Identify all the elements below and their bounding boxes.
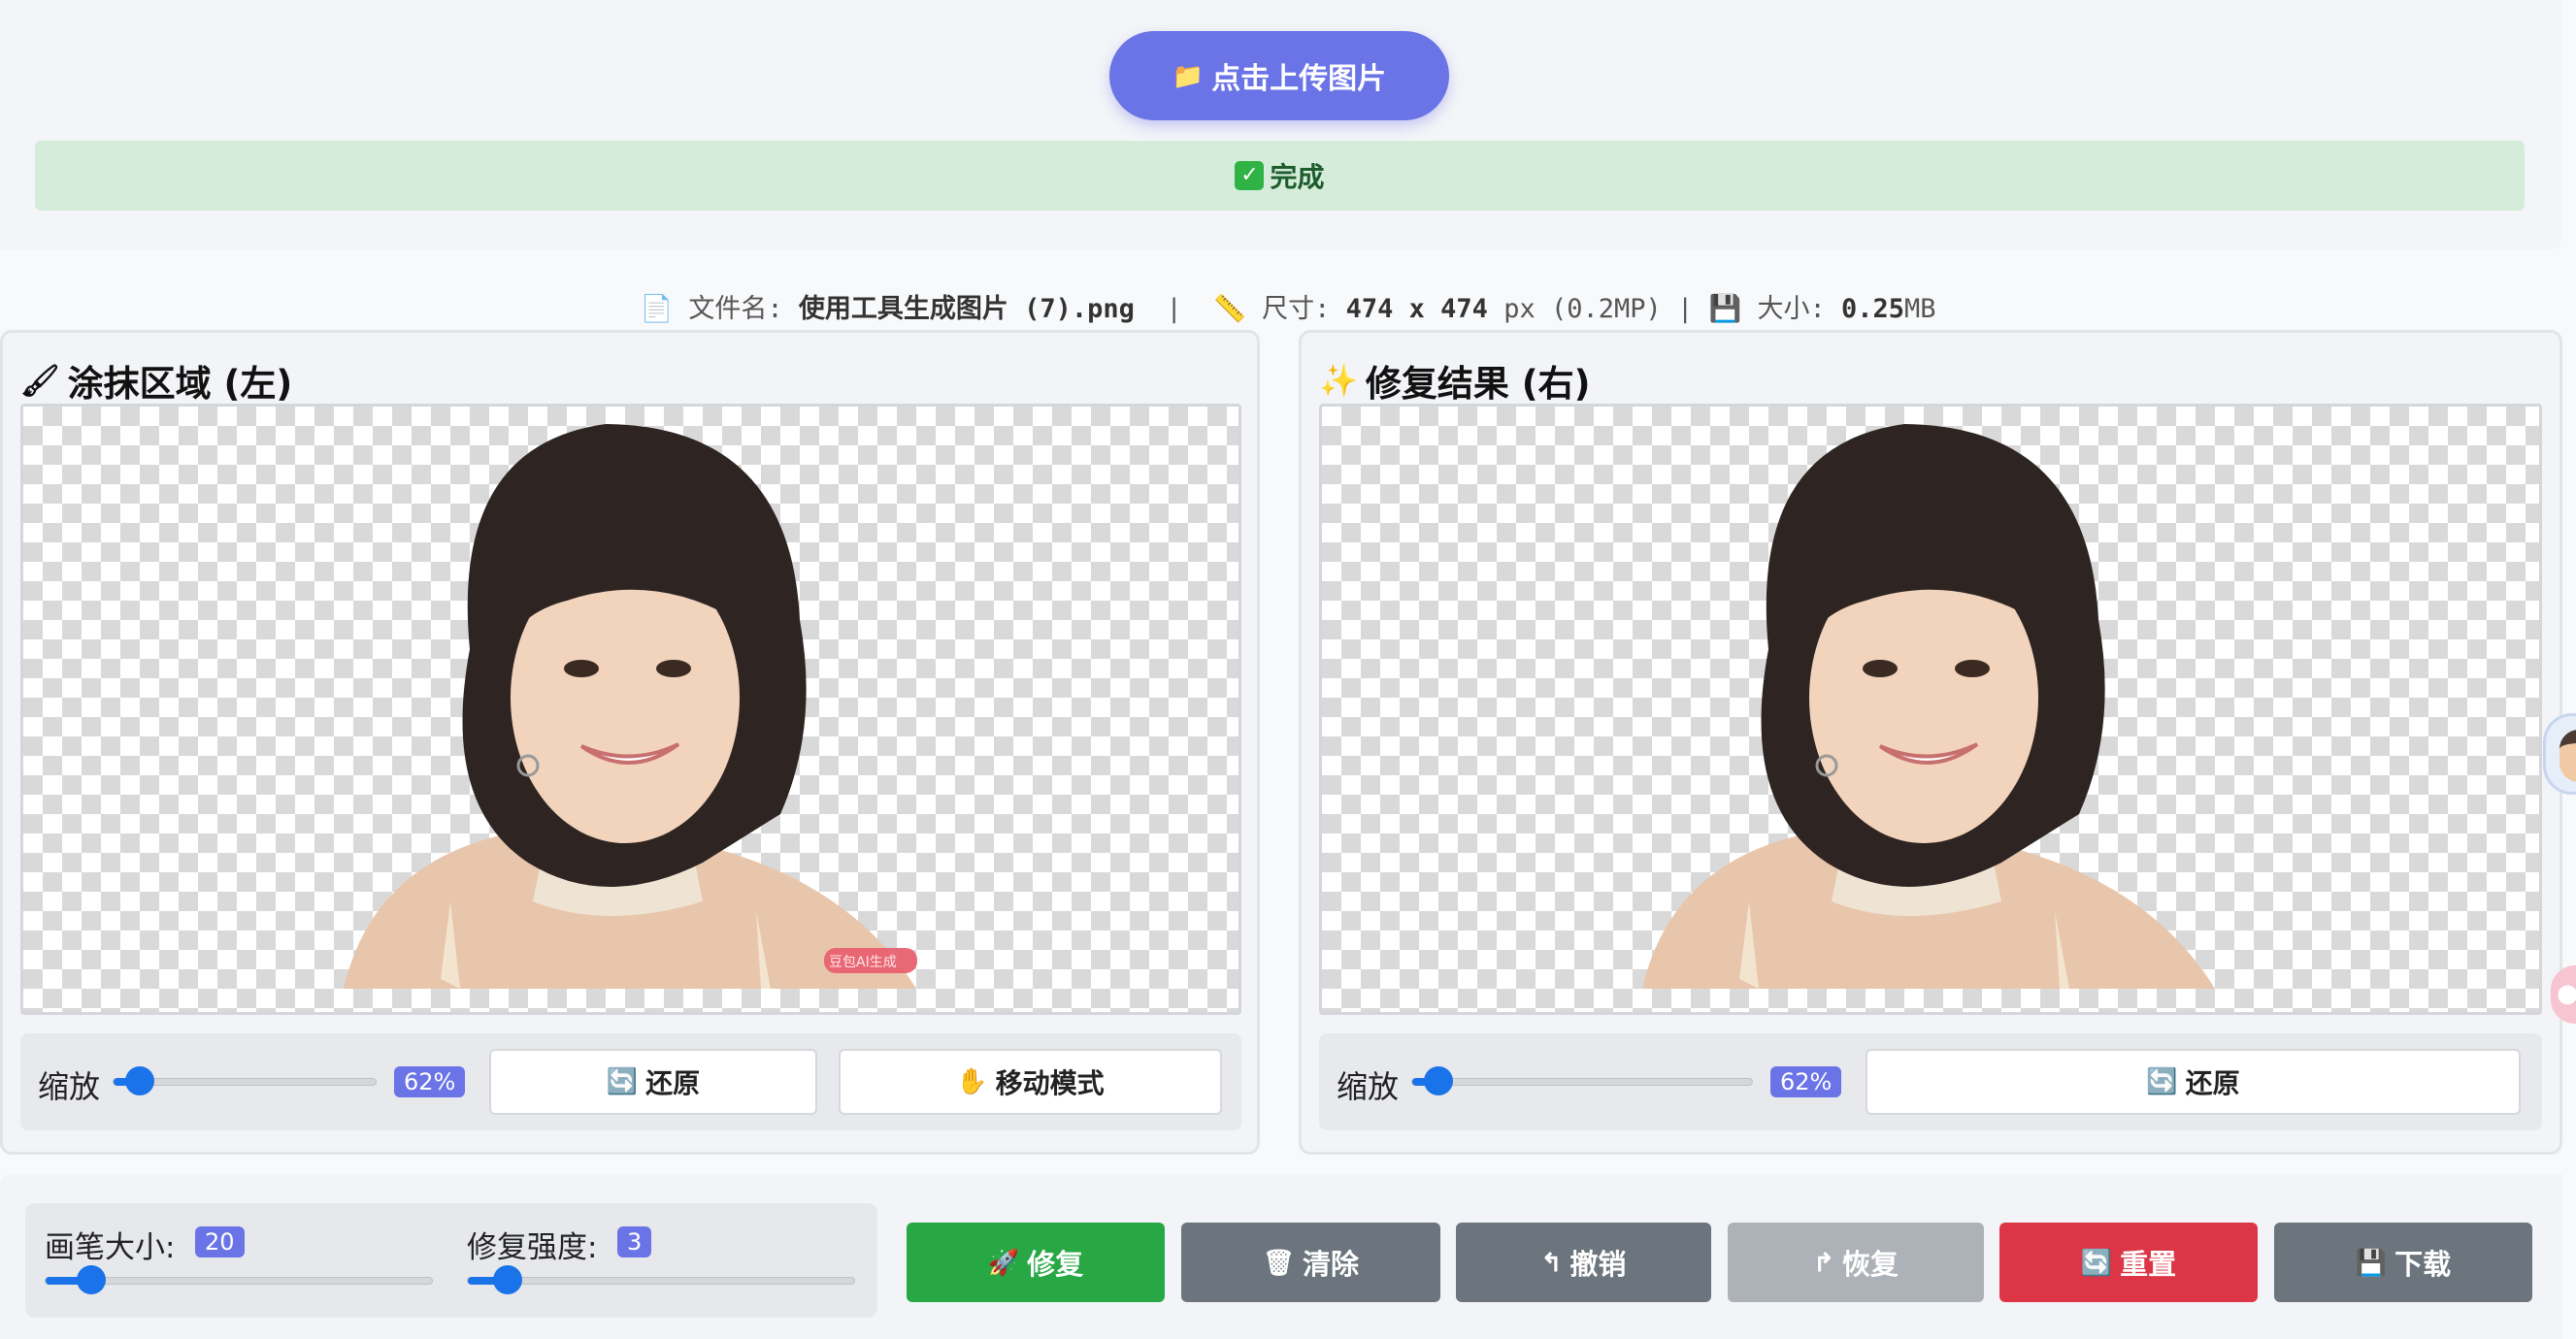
reset-button[interactable]: 🔄 重置 — [1999, 1223, 2258, 1302]
zoom-label: 缩放 — [1337, 1068, 1400, 1105]
pink-widget-icon: ● — [2557, 979, 2576, 1008]
repair-label: 修复 — [1027, 1250, 1084, 1281]
reset-zoom-button[interactable]: 🔄 还原 — [1866, 1049, 2521, 1115]
dimension-label: 尺寸: — [1262, 294, 1331, 324]
hand-icon: ✋ — [956, 1067, 988, 1096]
mask-zoom-slider[interactable] — [113, 1066, 377, 1095]
floppy-icon: 💾 — [1708, 294, 1742, 324]
status-text: 完成 — [1270, 161, 1325, 193]
assistant-avatar-widget[interactable] — [2543, 713, 2576, 795]
paintbrush-icon: 🖌 — [20, 362, 60, 399]
redo-icon: ↱ — [1813, 1247, 1834, 1277]
bottom-toolbar: 画笔大小: 20 修复强度: 3 🚀 修复 🗑 清除 ↰ 撤销 ↱ 恢复 🔄 重… — [0, 1174, 2562, 1339]
portrait-image: 豆包AI生成 — [344, 424, 917, 989]
zoom-value-badge: 62% — [394, 1066, 466, 1097]
mask-canvas[interactable]: 豆包AI生成 — [20, 404, 1241, 1015]
strength-slider[interactable] — [467, 1265, 855, 1294]
reset-label: 重置 — [2120, 1250, 2177, 1281]
avatar-face-icon — [2559, 730, 2576, 782]
result-zoom-slider[interactable] — [1411, 1066, 1753, 1095]
result-panel-title-text: 修复结果 (右) — [1365, 363, 1591, 405]
undo-label: 撤销 — [1569, 1250, 1627, 1281]
download-button[interactable]: 💾 下载 — [2274, 1223, 2532, 1302]
repair-button[interactable]: 🚀 修复 — [907, 1223, 1165, 1302]
refresh-icon: 🔄 — [606, 1067, 639, 1096]
app-page: 📁 点击上传图片 ✓ 完成 📄 文件名: 使用工具生成图片 (7).png | … — [0, 0, 2576, 1339]
clear-button[interactable]: 🗑 清除 — [1181, 1223, 1440, 1302]
slider-knob[interactable] — [1424, 1066, 1453, 1095]
brush-size-label: 画笔大小: — [45, 1230, 176, 1265]
mask-panel: 🖌 涂抹区域 (左) 豆包AI生成 缩放 62% 🔄 还原 ✋ 移动模式 — [0, 330, 1260, 1155]
undo-icon: ↰ — [1540, 1247, 1563, 1277]
zoom-label: 缩放 — [38, 1068, 101, 1105]
file-name-label: 文件名: — [688, 294, 783, 324]
reset-label: 还原 — [645, 1067, 701, 1099]
upload-button[interactable]: 📁 点击上传图片 — [1109, 31, 1449, 120]
result-portrait-image — [1642, 424, 2215, 989]
floppy-disk-icon: 💾 — [2355, 1247, 2388, 1277]
file-icon: 📄 — [640, 294, 674, 324]
rocket-icon: 🚀 — [987, 1247, 1020, 1277]
upload-label: 点击上传图片 — [1211, 63, 1387, 95]
check-icon: ✓ — [1235, 161, 1265, 190]
result-panel-title: ✨ 修复结果 (右) — [1319, 354, 1591, 407]
reset-zoom-button[interactable]: 🔄 还原 — [489, 1049, 817, 1115]
mask-panel-title: 🖌 涂抹区域 (左) — [20, 354, 292, 407]
slider-knob[interactable] — [125, 1066, 154, 1095]
slider-knob[interactable] — [77, 1265, 106, 1294]
strength-label: 修复强度: — [467, 1230, 598, 1265]
dimension-value: 474 x 474 — [1345, 294, 1488, 324]
strength-badge: 3 — [617, 1226, 652, 1257]
trash-icon: 🗑 — [1262, 1247, 1295, 1277]
mask-panel-title-text: 涂抹区域 (左) — [67, 363, 293, 405]
separator: | — [1677, 294, 1694, 324]
brush-size-badge: 20 — [195, 1226, 245, 1257]
move-label: 移动模式 — [995, 1067, 1105, 1099]
file-size-unit: MB — [1904, 294, 1936, 324]
slider-knob[interactable] — [493, 1265, 522, 1294]
brush-settings: 画笔大小: 20 修复强度: 3 — [25, 1203, 877, 1318]
ruler-icon: 📏 — [1213, 294, 1246, 324]
status-banner: ✓ 完成 — [35, 141, 2525, 211]
brush-size-slider[interactable] — [45, 1265, 433, 1294]
reset-label: 还原 — [2185, 1067, 2240, 1099]
file-size-value: 0.25 — [1841, 294, 1905, 324]
clear-label: 清除 — [1303, 1250, 1360, 1281]
refresh-icon: 🔄 — [2080, 1247, 2113, 1277]
result-zoom-row: 缩放 62% 🔄 还原 — [1319, 1033, 2542, 1130]
file-info-line: 📄 文件名: 使用工具生成图片 (7).png | 📏 尺寸: 474 x 47… — [0, 287, 2576, 325]
move-mode-button[interactable]: ✋ 移动模式 — [839, 1049, 1222, 1115]
redo-button[interactable]: ↱ 恢复 — [1728, 1223, 1984, 1302]
separator: | — [1166, 294, 1182, 324]
file-name-value: 使用工具生成图片 (7).png — [798, 294, 1135, 324]
sparkles-icon: ✨ — [1319, 362, 1358, 399]
redo-label: 恢复 — [1841, 1250, 1899, 1281]
dimension-unit: px (0.2MP) — [1503, 294, 1662, 324]
result-panel: ✨ 修复结果 (右) 缩放 62% 🔄 还原 — [1299, 330, 2562, 1155]
folder-icon: 📁 — [1172, 60, 1205, 90]
refresh-icon: 🔄 — [2146, 1067, 2178, 1096]
file-size-label: 大小: — [1757, 294, 1826, 324]
download-label: 下载 — [2394, 1250, 2452, 1281]
zoom-value-badge: 62% — [1770, 1066, 1842, 1097]
upload-section: 📁 点击上传图片 ✓ 完成 — [0, 0, 2562, 250]
undo-button[interactable]: ↰ 撤销 — [1456, 1223, 1711, 1302]
mask-zoom-row: 缩放 62% 🔄 还原 ✋ 移动模式 — [20, 1033, 1241, 1130]
watermark-text: 豆包AI生成 — [829, 955, 897, 970]
result-canvas[interactable] — [1319, 404, 2542, 1015]
